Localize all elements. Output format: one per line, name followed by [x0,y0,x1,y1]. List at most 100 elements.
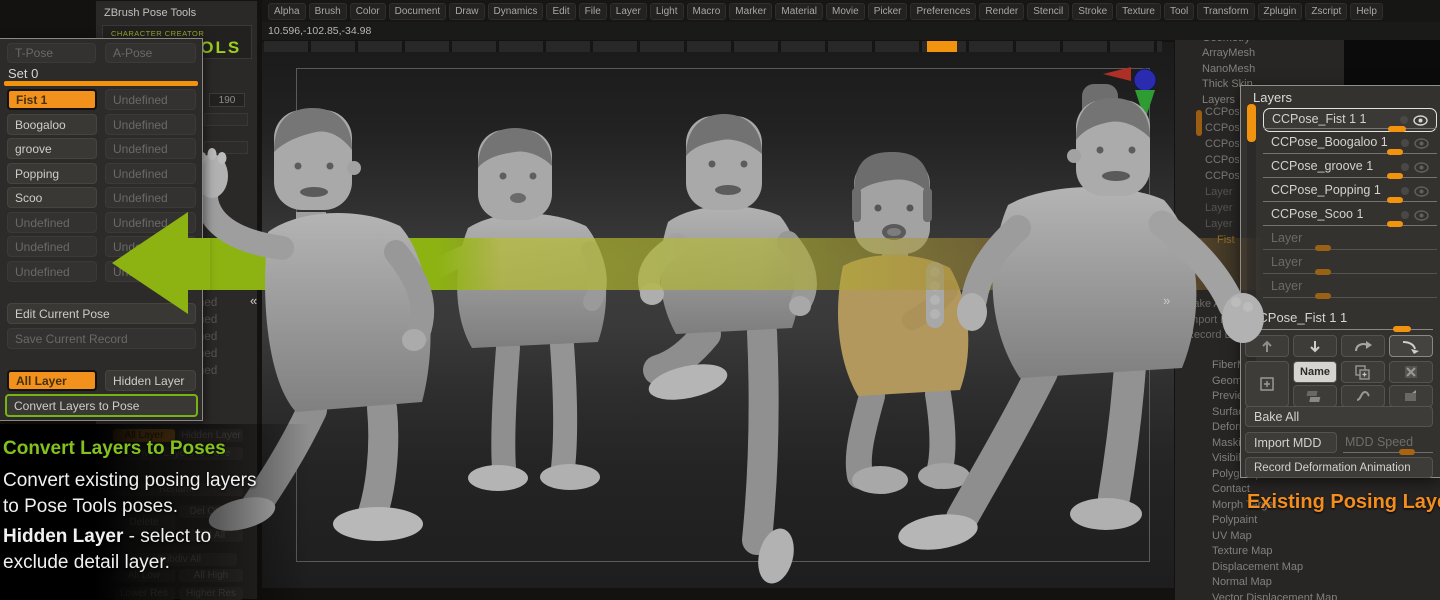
pose-slot-button[interactable]: Undefined [105,212,196,233]
pose-slot-button[interactable]: Undefined [7,212,97,233]
layers-scroll-thumb[interactable] [1247,104,1256,142]
section-nanomesh[interactable]: NanoMesh [1202,62,1255,78]
a-pose-button[interactable]: A-Pose [105,43,196,63]
menu-light[interactable]: Light [650,3,684,20]
pose-slot-button[interactable]: Undefined [105,138,196,159]
record-dot-icon[interactable] [1401,211,1409,219]
layer-row-boogaloo[interactable]: CCPose_Boogaloo 1 [1263,132,1437,156]
layer-intensity-slider[interactable] [1387,221,1403,227]
selected-layer-slider[interactable] [1393,326,1411,332]
pose-set-slider[interactable] [4,81,198,86]
invert-layer-button[interactable] [1341,385,1385,407]
layer-row-popping[interactable]: CCPose_Popping 1 [1263,180,1437,204]
save-current-record-button[interactable]: Save Current Record [7,328,196,349]
edit-current-pose-button[interactable]: Edit Current Pose [7,303,196,324]
pose-slot-button[interactable]: Undefined [105,163,196,184]
menu-draw[interactable]: Draw [449,3,484,20]
menu-layer[interactable]: Layer [610,3,647,20]
pose-slot-button[interactable]: Undefined [7,261,97,282]
layer-row-groove[interactable]: CCPose_groove 1 [1263,156,1437,180]
menu-transform[interactable]: Transform [1197,3,1254,20]
move-layer-down-button[interactable] [1293,335,1337,357]
layer-intensity-slider[interactable] [1315,269,1331,275]
rename-layer-button[interactable]: Name [1293,361,1337,383]
pose-slot-popping-button[interactable]: Popping [7,163,97,184]
menu-stencil[interactable]: Stencil [1027,3,1069,20]
pose-slot-button[interactable]: Undefined [105,187,196,208]
menu-texture[interactable]: Texture [1116,3,1161,20]
section-vector-displacement-map[interactable]: Vector Displacement Map [1212,591,1337,600]
pose-slot-button[interactable]: Undefined [105,89,196,110]
layers-scroll-track[interactable] [1247,104,1256,374]
section-displacement-map[interactable]: Displacement Map [1212,560,1337,576]
convert-layers-to-pose-button[interactable]: Convert Layers to Pose [5,394,198,417]
duplicate-layer-button[interactable] [1341,361,1385,383]
bg-higher-res-button[interactable]: Higher Res [179,587,243,600]
pose-field[interactable] [204,141,248,154]
layer-row-empty[interactable]: Layer [1263,252,1437,276]
menu-file[interactable]: File [579,3,607,20]
record-dot-icon[interactable] [1401,139,1409,147]
menu-stroke[interactable]: Stroke [1072,3,1113,20]
layer-intensity-slider[interactable] [1387,197,1403,203]
layer-intensity-slider[interactable] [1387,173,1403,179]
move-layer-up-button[interactable] [1245,335,1289,357]
layer-intensity-slider[interactable] [1388,126,1406,132]
right-divider-handle[interactable]: » [1163,294,1170,307]
pose-field[interactable] [204,113,248,126]
eye-visible-icon[interactable] [1413,115,1428,126]
menu-edit[interactable]: Edit [546,3,575,20]
pose-slot-groove-button[interactable]: groove [7,138,97,159]
section-uv-map[interactable]: UV Map [1212,529,1337,545]
menu-preferences[interactable]: Preferences [910,3,976,20]
record-dot-icon[interactable] [1401,163,1409,171]
menu-movie[interactable]: Movie [826,3,865,20]
menu-help[interactable]: Help [1350,3,1383,20]
import-mdd-button[interactable]: Import MDD [1245,432,1337,453]
section-texture-map[interactable]: Texture Map [1212,544,1337,560]
menu-material[interactable]: Material [775,3,823,20]
bg-lower-res-button[interactable]: Lower Res [113,587,175,600]
pose-slot-boogaloo-button[interactable]: Boogaloo [7,114,97,135]
menu-picker[interactable]: Picker [868,3,908,20]
pose-slot-button[interactable]: Undefined [105,261,196,282]
eye-icon[interactable] [1414,186,1429,197]
menu-brush[interactable]: Brush [309,3,347,20]
pose-slot-scoo-button[interactable]: Scoo [7,187,97,208]
menu-dynamics[interactable]: Dynamics [488,3,544,20]
record-dot-icon[interactable] [1400,116,1408,124]
axis-gizmo[interactable] [1095,58,1165,128]
pose-slot-button[interactable]: Undefined [7,236,97,257]
menu-macro[interactable]: Macro [687,3,727,20]
section-polypaint[interactable]: Polypaint [1212,513,1337,529]
all-layer-button[interactable]: All Layer [7,370,97,391]
menu-color[interactable]: Color [350,3,386,20]
menu-document[interactable]: Document [389,3,447,20]
menu-tool[interactable]: Tool [1164,3,1194,20]
left-divider-handle[interactable]: « [250,294,257,307]
eye-icon[interactable] [1414,138,1429,149]
layer-row-scoo[interactable]: CCPose_Scoo 1 [1263,204,1437,228]
t-pose-button[interactable]: T-Pose [7,43,96,63]
pose-slot-button[interactable]: Undefined [105,114,196,135]
top-shelf[interactable] [264,41,1162,52]
layer-intensity-slider[interactable] [1315,293,1331,299]
mdd-speed-slider[interactable] [1399,449,1415,455]
menu-zplugin[interactable]: Zplugin [1258,3,1303,20]
delete-layer-button[interactable] [1389,361,1433,383]
top-shelf-active-slot[interactable] [927,41,957,52]
pose-slot-fist-button[interactable]: Fist 1 [7,89,97,110]
branch-layer-button[interactable] [1389,335,1433,357]
pose-value-field[interactable]: 190 [209,93,245,107]
layer-row-fist[interactable]: CCPose_Fist 1 1 [1263,108,1437,132]
eye-icon[interactable] [1414,162,1429,173]
layer-row-empty[interactable]: Layer [1263,228,1437,252]
section-normal-map[interactable]: Normal Map [1212,575,1337,591]
section-arraymesh[interactable]: ArrayMesh [1202,46,1255,62]
menu-marker[interactable]: Marker [729,3,772,20]
menu-alpha[interactable]: Alpha [268,3,306,20]
layer-row-empty[interactable]: Layer [1263,276,1437,300]
eye-icon[interactable] [1414,210,1429,221]
merge-down-button[interactable] [1293,385,1337,407]
redo-layer-button[interactable] [1341,335,1385,357]
